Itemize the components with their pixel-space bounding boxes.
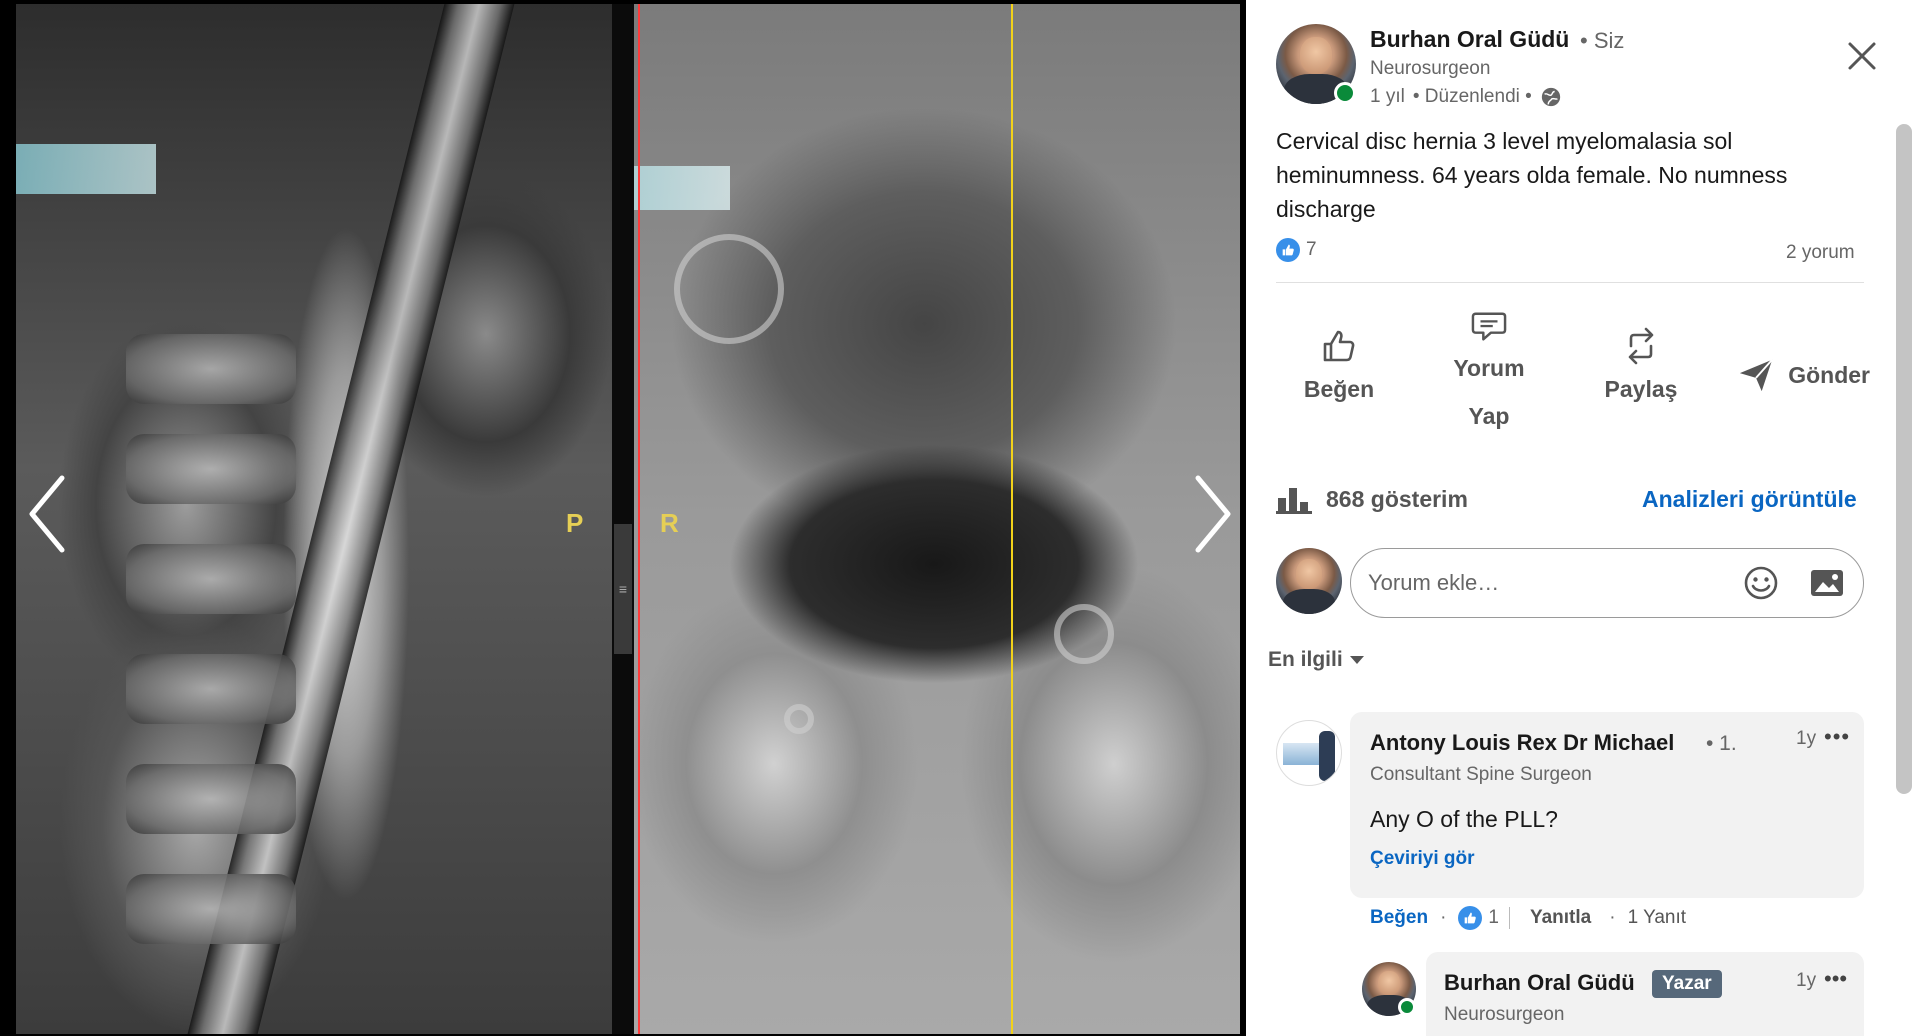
- comment-input-placeholder: Yorum ekle…: [1368, 570, 1500, 595]
- reaction-count: 7: [1306, 239, 1317, 260]
- reaction-summary[interactable]: 7: [1276, 238, 1317, 262]
- post-author-headline: Neurosurgeon: [1370, 58, 1491, 79]
- thumbs-up-icon: [1323, 330, 1355, 362]
- repost-button[interactable]: Paylaş: [1596, 326, 1686, 403]
- separator-dot: ·: [1440, 907, 1447, 928]
- post-time: 1 yıl: [1370, 86, 1405, 107]
- impressions-row: 868 gösterim: [1276, 484, 1468, 514]
- post-author-name[interactable]: Burhan Oral Güdü: [1370, 26, 1569, 53]
- comment-icon: [1471, 312, 1507, 341]
- like-reaction-icon: [1458, 906, 1483, 930]
- comment-text: Any O of the PLL?: [1370, 806, 1558, 832]
- emoji-button[interactable]: [1742, 564, 1780, 602]
- image-splitter[interactable]: ≡: [612, 4, 634, 1034]
- author-badge: Yazar: [1652, 970, 1722, 998]
- online-status-icon: [1334, 82, 1356, 104]
- orientation-label-r: R: [660, 508, 679, 538]
- caret-down-icon: [1349, 656, 1364, 664]
- view-analytics-link[interactable]: Analizleri görüntüle: [1642, 486, 1857, 513]
- image-viewer: ≡ P R: [0, 0, 1246, 1036]
- repost-label: Paylaş: [1604, 376, 1678, 402]
- comment-button[interactable]: Yorum Yap: [1444, 310, 1534, 440]
- comment-more-button[interactable]: •••: [1824, 724, 1850, 750]
- panel-scrollbar[interactable]: [1896, 124, 1912, 794]
- online-status-icon: [1398, 998, 1416, 1016]
- comment-label-line1: Yorum: [1453, 355, 1525, 381]
- comment-label-line2: Yap: [1468, 403, 1510, 429]
- add-photo-button[interactable]: [1808, 564, 1846, 602]
- comment-sort-dropdown[interactable]: En ilgili: [1268, 648, 1365, 672]
- commenter-avatar[interactable]: [1276, 720, 1342, 786]
- commenter-headline: Consultant Spine Surgeon: [1370, 764, 1592, 785]
- comment-like-count: 1: [1488, 907, 1499, 928]
- reference-line-red: [638, 4, 640, 1034]
- divider: [1508, 907, 1510, 929]
- post-text: Cervical disc hernia 3 level myelomalasi…: [1276, 128, 1788, 222]
- close-icon: [1848, 42, 1876, 70]
- bar-chart-icon: [1276, 488, 1312, 514]
- previous-image-button[interactable]: [24, 472, 72, 556]
- like-reaction-icon: [1276, 238, 1300, 262]
- commenter-name[interactable]: Antony Louis Rex Dr Michael: [1370, 730, 1674, 756]
- image-icon: [1811, 570, 1843, 596]
- comment-time: 1y: [1796, 728, 1817, 749]
- post-meta: 1 yıl • Düzenlendi •: [1370, 86, 1562, 108]
- globe-icon: [1540, 86, 1562, 108]
- comment-like-button[interactable]: Beğen: [1370, 907, 1428, 929]
- send-button[interactable]: Gönder: [1730, 356, 1870, 394]
- comments-count-link[interactable]: 2 yorum: [1786, 242, 1855, 264]
- reply-author-headline: Neurosurgeon: [1444, 1004, 1565, 1025]
- like-button[interactable]: Beğen: [1300, 326, 1378, 403]
- divider: [1276, 282, 1864, 283]
- replies-count-link[interactable]: 1 Yanıt: [1628, 907, 1686, 929]
- send-label: Gönder: [1788, 361, 1870, 388]
- you-label: • Siz: [1580, 28, 1625, 53]
- reply-time: 1y: [1796, 970, 1817, 991]
- next-image-button[interactable]: [1188, 472, 1236, 556]
- orientation-label-p: P: [566, 508, 584, 538]
- sort-label: En ilgili: [1268, 648, 1343, 671]
- app-window: ≡ P R Burhan Oral Güdü • Siz Neurosurgeo…: [0, 0, 1920, 1036]
- comment-actions: Beğen · 1 Yanıtla · 1 Yanıt: [1370, 906, 1686, 930]
- reply-author-name[interactable]: Burhan Oral Güdü: [1444, 970, 1635, 996]
- reply-button[interactable]: Yanıtla: [1530, 907, 1591, 929]
- connection-degree: • 1.: [1706, 732, 1737, 755]
- current-user-avatar[interactable]: [1276, 548, 1342, 614]
- send-icon: [1739, 359, 1773, 392]
- emoji-icon: [1744, 566, 1778, 600]
- reply-more-button[interactable]: •••: [1824, 966, 1847, 992]
- like-label: Beğen: [1303, 376, 1375, 402]
- chevron-left-icon: [29, 475, 65, 553]
- chevron-right-icon: [1195, 475, 1231, 553]
- separator-dot: ·: [1609, 907, 1616, 928]
- post-edited-label: • Düzenlendi •: [1412, 86, 1532, 107]
- reference-line-yellow: [1011, 4, 1013, 1034]
- repost-icon: [1628, 327, 1654, 365]
- close-button[interactable]: [1844, 38, 1880, 74]
- impressions-count: 868 gösterim: [1326, 485, 1468, 512]
- mri-axial-image: [634, 4, 1240, 1034]
- screen-glare: [634, 166, 730, 210]
- see-translation-link[interactable]: Çeviriyi gör: [1370, 848, 1475, 870]
- screen-glare: [16, 144, 156, 194]
- mri-sagittal-image: [16, 4, 612, 1034]
